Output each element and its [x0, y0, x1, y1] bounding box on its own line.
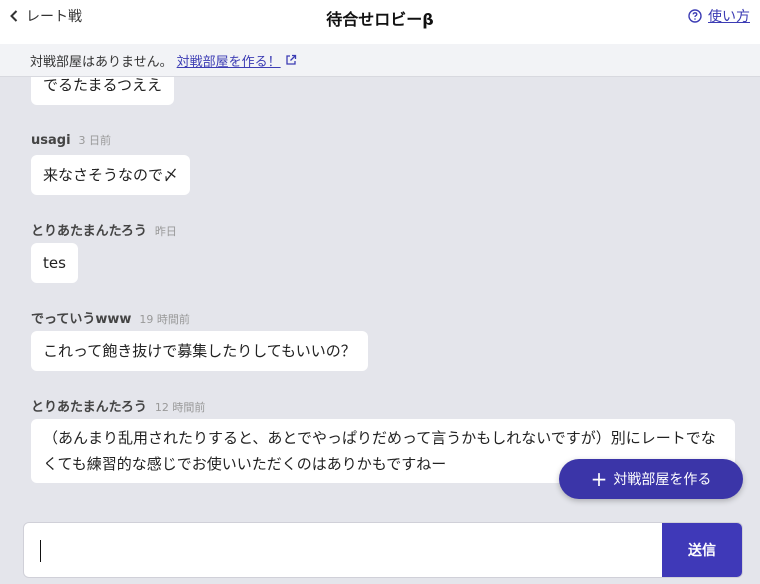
message-username: とりあたまんたろう	[31, 224, 147, 239]
message-time: 19 時間前	[139, 313, 190, 326]
list-item: usagi 3 日前 来なさそうなので〆	[31, 132, 191, 195]
message-list[interactable]: でるたまるつええ usagi 3 日前 来なさそうなので〆 とりあたまんたろう …	[0, 77, 760, 517]
create-room-button[interactable]: + 対戦部屋を作る	[559, 459, 743, 499]
message-time: 12 時間前	[154, 401, 206, 414]
external-link-icon	[285, 54, 296, 65]
help-link[interactable]: 使い方	[688, 0, 750, 32]
page-title: 待合せロビーβ	[326, 10, 434, 29]
message-input[interactable]	[24, 523, 662, 577]
message-time: 3 日前	[78, 134, 112, 147]
help-circle-icon	[688, 9, 702, 23]
list-item: でっていうwww 19 時間前 これって飽き抜けで募集したりしてもいいの？	[31, 308, 368, 371]
message-bubble: これって飽き抜けで募集したりしてもいいの？	[31, 331, 368, 371]
message-username: とりあたまんたろう	[31, 400, 147, 415]
message-username: でっていうwww	[31, 312, 132, 327]
message-composer: 送信	[23, 522, 743, 578]
message-username: usagi	[31, 133, 71, 148]
help-label: 使い方	[708, 9, 750, 25]
text-caret	[40, 540, 41, 562]
message-bubble: tes	[31, 243, 78, 283]
list-item: でるたまるつええ	[31, 77, 174, 105]
create-room-link[interactable]: 対戦部屋を作る！	[177, 51, 281, 70]
message-bubble: 来なさそうなので〆	[31, 155, 191, 195]
message-bubble: でるたまるつええ	[31, 77, 174, 105]
notice-text: 対戦部屋はありません。	[30, 54, 173, 70]
plus-icon: +	[590, 467, 608, 491]
notice-bar: 対戦部屋はありません。 対戦部屋を作る！	[0, 44, 760, 77]
create-room-label: 対戦部屋を作る	[613, 472, 712, 488]
header: レート戦 待合せロビーβ 使い方	[0, 0, 760, 44]
send-button[interactable]: 送信	[662, 523, 742, 577]
message-time: 昨日	[154, 225, 177, 238]
list-item: とりあたまんたろう 昨日 tes	[31, 220, 177, 283]
